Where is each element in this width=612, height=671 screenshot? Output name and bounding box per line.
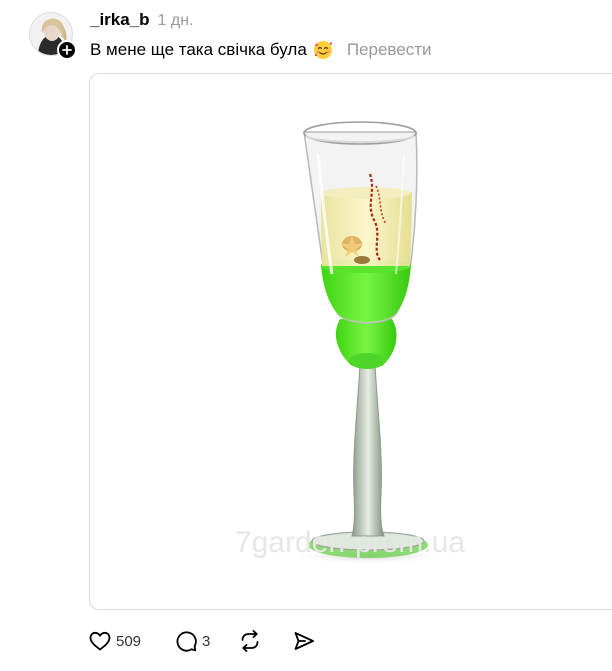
- send-icon: [294, 632, 314, 650]
- username-link[interactable]: _irka_b: [90, 10, 150, 30]
- candle-glass-illustration: [290, 121, 446, 564]
- follow-plus-icon[interactable]: [57, 40, 77, 60]
- share-button[interactable]: [292, 627, 316, 655]
- post-actions: 509 3: [88, 627, 316, 655]
- comment-count: 3: [202, 632, 211, 650]
- translate-link[interactable]: Перевести: [347, 40, 432, 60]
- timestamp[interactable]: 1 дн.: [158, 12, 194, 30]
- post-body: В мене ще така свічка була Перевести: [90, 40, 431, 60]
- comment-button[interactable]: 3: [174, 627, 238, 655]
- repost-icon: [241, 630, 259, 652]
- comment-icon: [176, 631, 197, 652]
- like-count: 509: [116, 632, 142, 650]
- repost-button[interactable]: [238, 627, 292, 655]
- heart-icon: [89, 631, 111, 651]
- smiling-face-with-hearts-icon: [313, 40, 333, 60]
- image-watermark: 7garden-prom.ua: [235, 526, 465, 559]
- post-caption: В мене ще така свічка була: [90, 40, 307, 59]
- like-button[interactable]: 509: [88, 627, 174, 655]
- post-header: _irka_b 1 дн.: [90, 10, 194, 32]
- post-image[interactable]: 7garden-prom.ua: [89, 73, 612, 610]
- avatar-container[interactable]: [29, 12, 77, 60]
